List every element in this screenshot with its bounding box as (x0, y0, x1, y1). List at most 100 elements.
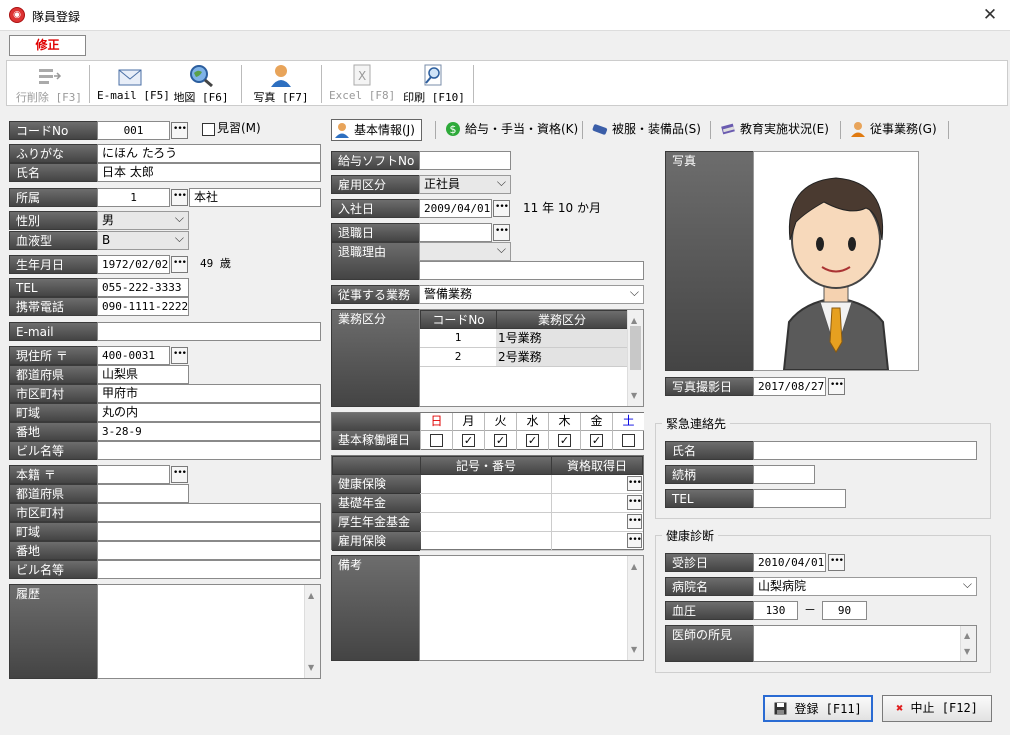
cancel-button[interactable]: ✖ 中止 [F12] (882, 695, 992, 722)
retire-date-field[interactable] (419, 223, 492, 242)
honseki-area-field[interactable] (97, 522, 321, 541)
tab-basic-info[interactable]: 基本情報(J) (331, 119, 422, 141)
task-row-1-name[interactable]: 1号業務 (496, 329, 628, 348)
weekday-checkbox-1[interactable]: ✓ (462, 434, 475, 447)
dept-code-field[interactable]: 1 (97, 188, 170, 207)
tab-uniform[interactable]: 被服・装備品(S) (590, 119, 701, 141)
number-field[interactable]: 3-28-9 (97, 422, 321, 441)
emergency-name-field[interactable] (753, 441, 977, 460)
city-field[interactable]: 甲府市 (97, 384, 321, 403)
gender-select[interactable]: 男 (97, 210, 189, 230)
building-field[interactable] (97, 441, 321, 460)
insurance-date-calendar-button[interactable]: ••• (627, 476, 642, 491)
task-scrollbar[interactable]: ▲ ▼ (627, 310, 643, 406)
weekday-header-6: 土 (612, 413, 644, 431)
honseki-zip-field[interactable] (97, 465, 170, 484)
insurance-number-field[interactable] (420, 475, 552, 494)
mobile-field[interactable]: 090-1111-2222 (97, 297, 189, 316)
task-row-1-code[interactable]: 1 (420, 329, 497, 348)
honseki-zip-lookup-button[interactable]: ••• (171, 466, 188, 483)
photo-frame[interactable] (753, 151, 919, 371)
honseki-building-field[interactable] (97, 560, 321, 579)
tel-field[interactable]: 055-222-3333 (97, 278, 189, 297)
retire-reason-field[interactable] (419, 261, 644, 280)
exam-date-calendar-button[interactable]: ••• (828, 554, 845, 571)
name-field[interactable]: 日本 太郎 (97, 163, 321, 182)
code-field[interactable]: 001 (97, 121, 170, 140)
insurance-date-field[interactable]: ••• (551, 494, 643, 513)
notes-textarea[interactable]: ▲ ▼ (419, 555, 644, 661)
employment-select[interactable]: 正社員 (419, 174, 511, 194)
tab-salary[interactable]: $ 給与・手当・資格(K) (443, 119, 578, 141)
tab-education[interactable]: 教育実施状況(E) (718, 119, 829, 141)
doctor-opinion-scrollbar[interactable]: ▲ ▼ (960, 626, 976, 661)
address-zip-lookup-button[interactable]: ••• (171, 347, 188, 364)
notes-scrollbar[interactable]: ▲ ▼ (627, 556, 643, 660)
map-button[interactable]: 地図 [F6] (171, 61, 231, 105)
history-textarea[interactable]: ▲ ▼ (97, 584, 321, 679)
weekday-header-4: 木 (548, 413, 580, 431)
weekday-checkbox-6[interactable] (622, 434, 635, 447)
print-button[interactable]: 印刷 [F10] (401, 61, 467, 105)
join-date-field[interactable]: 2009/04/01 (419, 199, 492, 218)
insurance-date-field[interactable]: ••• (551, 475, 643, 494)
close-button[interactable]: ✕ (978, 4, 1002, 26)
address-zip-field[interactable]: 400-0031 (97, 346, 170, 365)
birth-field[interactable]: 1972/02/02 (97, 255, 170, 274)
retire-reason-select[interactable] (419, 241, 511, 261)
insurance-date-calendar-button[interactable]: ••• (627, 514, 642, 529)
task-row-2-name[interactable]: 2号業務 (496, 348, 628, 367)
delete-row-button[interactable]: 行削除 [F3] (13, 61, 85, 105)
email-button[interactable]: E-mail [F5] (97, 61, 170, 105)
weekday-checkbox-5[interactable]: ✓ (590, 434, 603, 447)
payroll-field[interactable] (419, 151, 511, 170)
excel-button[interactable]: X Excel [F8] (329, 61, 395, 105)
insurance-date-calendar-button[interactable]: ••• (627, 495, 642, 510)
email-field[interactable] (97, 322, 321, 341)
code-label: コードNo (9, 121, 98, 140)
area-field[interactable]: 丸の内 (97, 403, 321, 422)
insurance-number-field[interactable] (420, 494, 552, 513)
weekday-checkbox-0[interactable] (430, 434, 443, 447)
bp-low-field[interactable]: 90 (822, 601, 867, 620)
photo-date-field[interactable]: 2017/08/27 (753, 377, 826, 396)
save-button[interactable]: 登録 [F11] (763, 695, 873, 722)
weekday-checkbox-4[interactable]: ✓ (558, 434, 571, 447)
furigana-field[interactable]: にほん たろう (97, 144, 321, 163)
photo-button[interactable]: 写真 [F7] (251, 61, 311, 105)
insurance-number-field[interactable] (420, 513, 552, 532)
emergency-tel-field[interactable] (753, 489, 846, 508)
bp-high-field[interactable]: 130 (753, 601, 798, 620)
insurance-date-field[interactable]: ••• (551, 513, 643, 532)
pref-field[interactable]: 山梨県 (97, 365, 189, 384)
honseki-pref-field[interactable] (97, 484, 189, 503)
weekday-checkbox-3[interactable]: ✓ (526, 434, 539, 447)
photo-date-calendar-button[interactable]: ••• (828, 378, 845, 395)
blood-select[interactable]: B (97, 230, 189, 250)
insurance-date-calendar-button[interactable]: ••• (627, 533, 642, 548)
tenure-text: 11 年 10 か月 (523, 201, 601, 215)
insurance-date-field[interactable]: ••• (551, 532, 643, 551)
honseki-city-field[interactable] (97, 503, 321, 522)
retire-date-calendar-button[interactable]: ••• (493, 224, 510, 241)
dept-lookup-button[interactable]: ••• (171, 189, 188, 206)
person-icon (335, 123, 349, 138)
insurance-number-field[interactable] (420, 532, 552, 551)
doctor-opinion-textarea[interactable]: ▲ ▼ (753, 625, 977, 662)
tab-duties[interactable]: 従事業務(G) (848, 119, 937, 141)
task-table: コードNo 業務区分 1 1号業務 2 2号業務 ▲ ▼ (419, 309, 644, 407)
badge-icon (592, 124, 608, 135)
code-lookup-button[interactable]: ••• (171, 122, 188, 139)
history-scrollbar[interactable]: ▲ ▼ (304, 585, 320, 678)
exam-date-field[interactable]: 2010/04/01 (753, 553, 826, 572)
join-date-calendar-button[interactable]: ••• (493, 200, 510, 217)
honseki-number-field[interactable] (97, 541, 321, 560)
hospital-select[interactable]: 山梨病院 (753, 576, 977, 596)
birth-calendar-button[interactable]: ••• (171, 256, 188, 273)
duty-select[interactable]: 警備業務 (419, 284, 644, 304)
trainee-checkbox[interactable] (202, 123, 215, 136)
emergency-relation-field[interactable] (753, 465, 815, 484)
task-label: 業務区分 (331, 309, 420, 407)
task-row-2-code[interactable]: 2 (420, 348, 497, 367)
weekday-checkbox-2[interactable]: ✓ (494, 434, 507, 447)
